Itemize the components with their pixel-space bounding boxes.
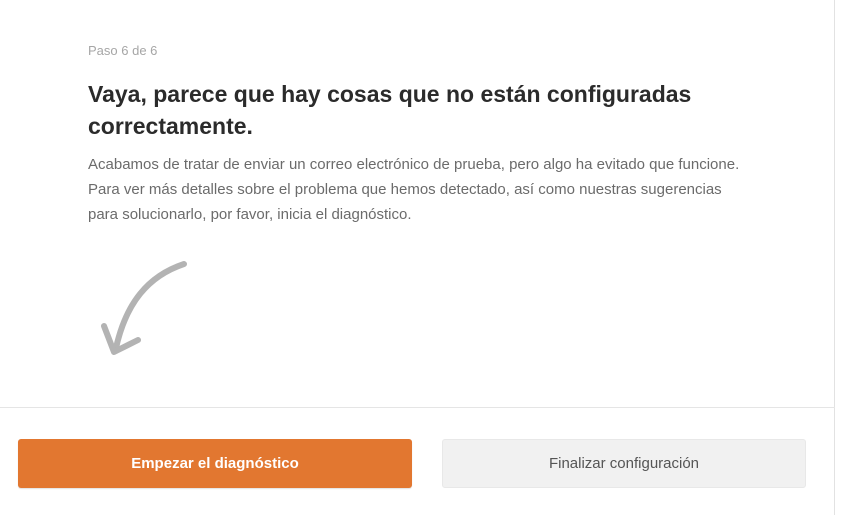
- page-title: Vaya, parece que hay cosas que no están …: [88, 81, 692, 139]
- start-diagnosis-button[interactable]: Empezar el diagnóstico: [18, 439, 412, 488]
- footer-divider: [0, 407, 835, 408]
- step-indicator: Paso 6 de 6: [88, 43, 158, 58]
- wizard-panel: Paso 6 de 6 Vaya, parece que hay cosas q…: [0, 0, 835, 515]
- error-description: Acabamos de tratar de enviar un correo e…: [88, 156, 740, 223]
- finish-setup-button[interactable]: Finalizar configuración: [442, 439, 806, 488]
- curved-arrow-down-left-icon: [101, 261, 187, 355]
